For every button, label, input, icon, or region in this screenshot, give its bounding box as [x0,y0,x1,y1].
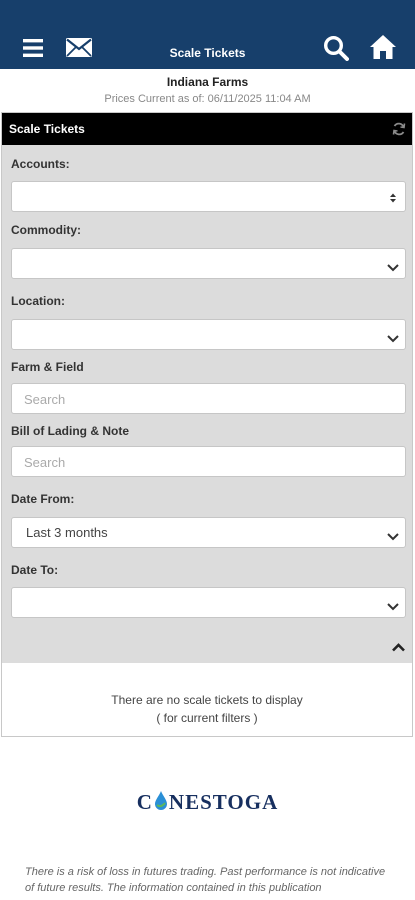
chevron-up-icon[interactable] [392,639,405,657]
panel-header: Scale Tickets [2,113,412,145]
date-from-select[interactable]: Last 3 months [11,517,406,548]
logo-text-end: NESTOGA [168,790,279,814]
risk-disclaimer: There is a risk of loss in futures tradi… [25,866,386,894]
water-drop-icon [154,791,168,817]
filters-section: Accounts: Commodity: Location: Farm & Fi… [2,145,412,662]
empty-message: There are no scale tickets to display [111,693,303,707]
collapse-filters-bar [2,629,412,663]
select-arrows-icon [390,191,396,206]
scale-tickets-panel: Scale Tickets Accounts: Commodity: Locat… [1,112,413,737]
bill-of-lading-search-input[interactable]: Search [11,446,406,477]
farm-field-search-input[interactable]: Search [11,383,406,414]
commodity-select[interactable] [11,248,406,279]
chevron-down-icon [387,331,399,346]
farm-field-label: Farm & Field [11,360,84,374]
home-icon[interactable] [369,34,397,65]
empty-message-filters: ( for current filters ) [156,711,258,725]
refresh-icon[interactable] [392,122,406,141]
location-select[interactable] [11,319,406,350]
date-to-select[interactable] [11,587,406,618]
conestoga-logo: C NESTOGA [0,790,415,817]
accounts-select[interactable] [11,181,406,212]
commodity-label: Commodity: [11,223,81,237]
chevron-down-icon [387,260,399,275]
bill-of-lading-placeholder: Search [24,455,66,470]
panel-title: Scale Tickets [9,122,85,136]
page-title: Scale Tickets [169,46,246,60]
date-to-label: Date To: [11,563,59,577]
prices-current-text: Prices Current as of: 06/11/2025 11:04 A… [104,93,311,105]
date-from-value: Last 3 months [26,525,108,540]
date-from-label: Date From: [11,492,75,506]
accounts-label: Accounts: [11,157,70,171]
organization-name: Indiana Farms [166,75,249,89]
farm-field-placeholder: Search [24,392,66,407]
chevron-down-icon [387,599,399,614]
location-label: Location: [11,294,65,308]
logo-text-start: C [136,790,153,814]
chevron-down-icon [387,529,399,544]
bill-of-lading-label: Bill of Lading & Note [11,424,129,438]
top-bar: Scale Tickets [0,0,415,69]
search-icon[interactable] [323,35,349,66]
